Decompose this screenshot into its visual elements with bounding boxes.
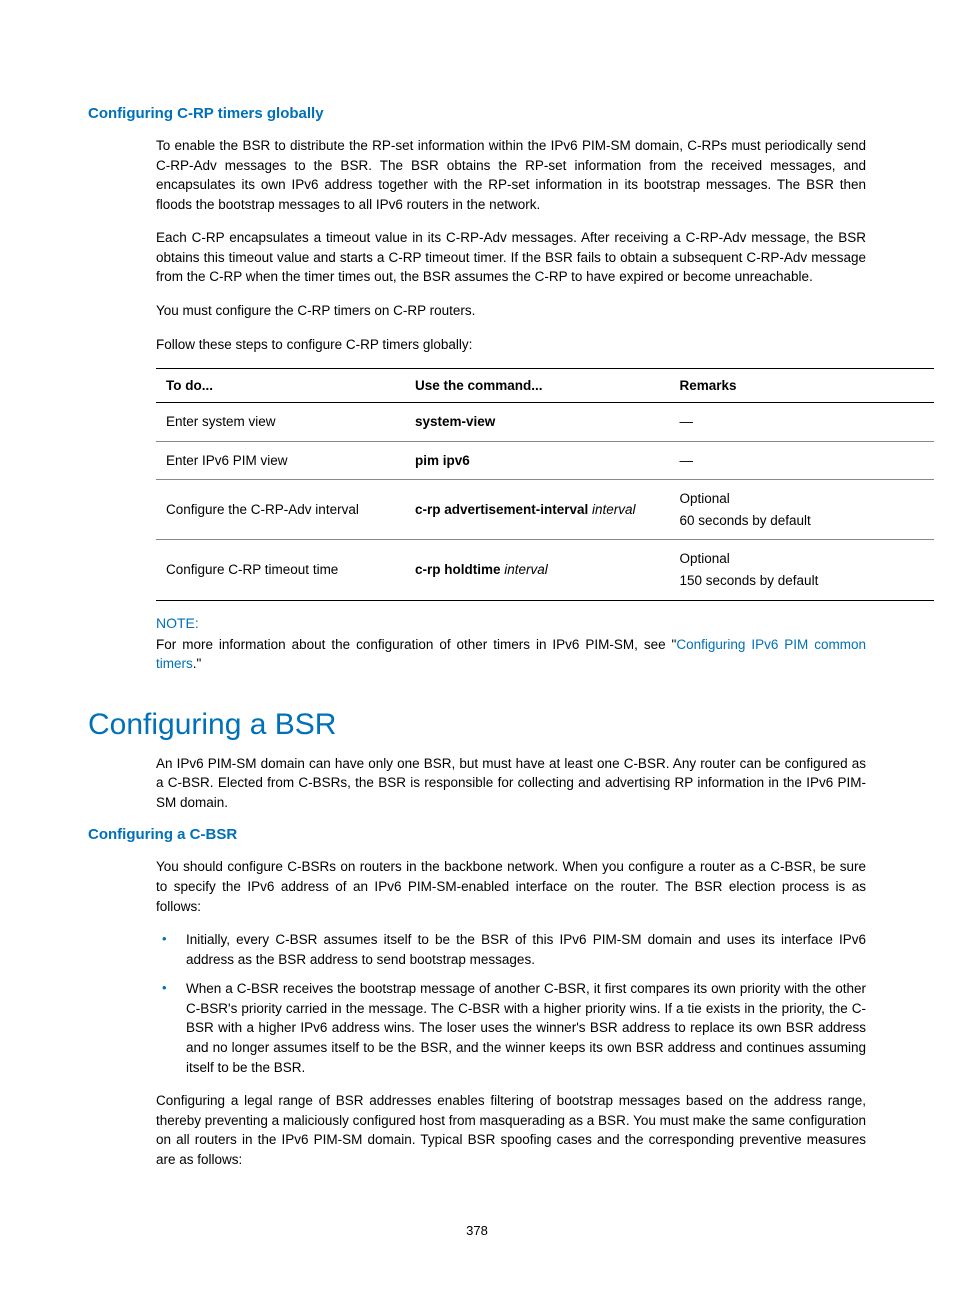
page-number: 378 — [0, 1223, 954, 1238]
heading-configuring-cbsr: Configuring a C-BSR — [88, 826, 866, 843]
paragraph: You must configure the C-RP timers on C-… — [156, 301, 866, 321]
paragraph: Each C-RP encapsulates a timeout value i… — [156, 228, 866, 287]
cell-remarks: — — [669, 441, 934, 480]
paragraph: An IPv6 PIM-SM domain can have only one … — [156, 754, 866, 813]
paragraph: To enable the BSR to distribute the RP-s… — [156, 136, 866, 214]
paragraph: You should configure C-BSRs on routers i… — [156, 857, 866, 916]
heading-crp-timers: Configuring C-RP timers globally — [88, 105, 866, 122]
cell-command: system-view — [405, 403, 670, 442]
cell-command: c-rp holdtime interval — [405, 540, 670, 600]
table-row: Configure the C-RP-Adv intervalc-rp adve… — [156, 480, 934, 540]
paragraph: Follow these steps to configure C-RP tim… — [156, 335, 866, 355]
table-row: Enter system viewsystem-view— — [156, 403, 934, 442]
table-header-row: To do... Use the command... Remarks — [156, 369, 934, 403]
list-item: Initially, every C-BSR assumes itself to… — [156, 930, 866, 969]
bullet-list: Initially, every C-BSR assumes itself to… — [156, 930, 866, 1077]
note-label: NOTE: — [156, 615, 866, 631]
note-text: For more information about the configura… — [156, 635, 866, 674]
cell-command: pim ipv6 — [405, 441, 670, 480]
steps-table: To do... Use the command... Remarks Ente… — [156, 368, 934, 601]
col-header-todo: To do... — [156, 369, 405, 403]
col-header-command: Use the command... — [405, 369, 670, 403]
cell-todo: Enter IPv6 PIM view — [156, 441, 405, 480]
note-after: ." — [193, 656, 202, 671]
cell-todo: Configure the C-RP-Adv interval — [156, 480, 405, 540]
cell-remarks: — — [669, 403, 934, 442]
table-row: Enter IPv6 PIM viewpim ipv6— — [156, 441, 934, 480]
col-header-remarks: Remarks — [669, 369, 934, 403]
note-before: For more information about the configura… — [156, 637, 676, 652]
cell-command: c-rp advertisement-interval interval — [405, 480, 670, 540]
list-item: When a C-BSR receives the bootstrap mess… — [156, 979, 866, 1077]
cell-todo: Enter system view — [156, 403, 405, 442]
table-row: Configure C-RP timeout timec-rp holdtime… — [156, 540, 934, 600]
cell-todo: Configure C-RP timeout time — [156, 540, 405, 600]
heading-configuring-bsr: Configuring a BSR — [88, 708, 866, 742]
cell-remarks: Optional150 seconds by default — [669, 540, 934, 600]
paragraph: Configuring a legal range of BSR address… — [156, 1091, 866, 1169]
cell-remarks: Optional60 seconds by default — [669, 480, 934, 540]
